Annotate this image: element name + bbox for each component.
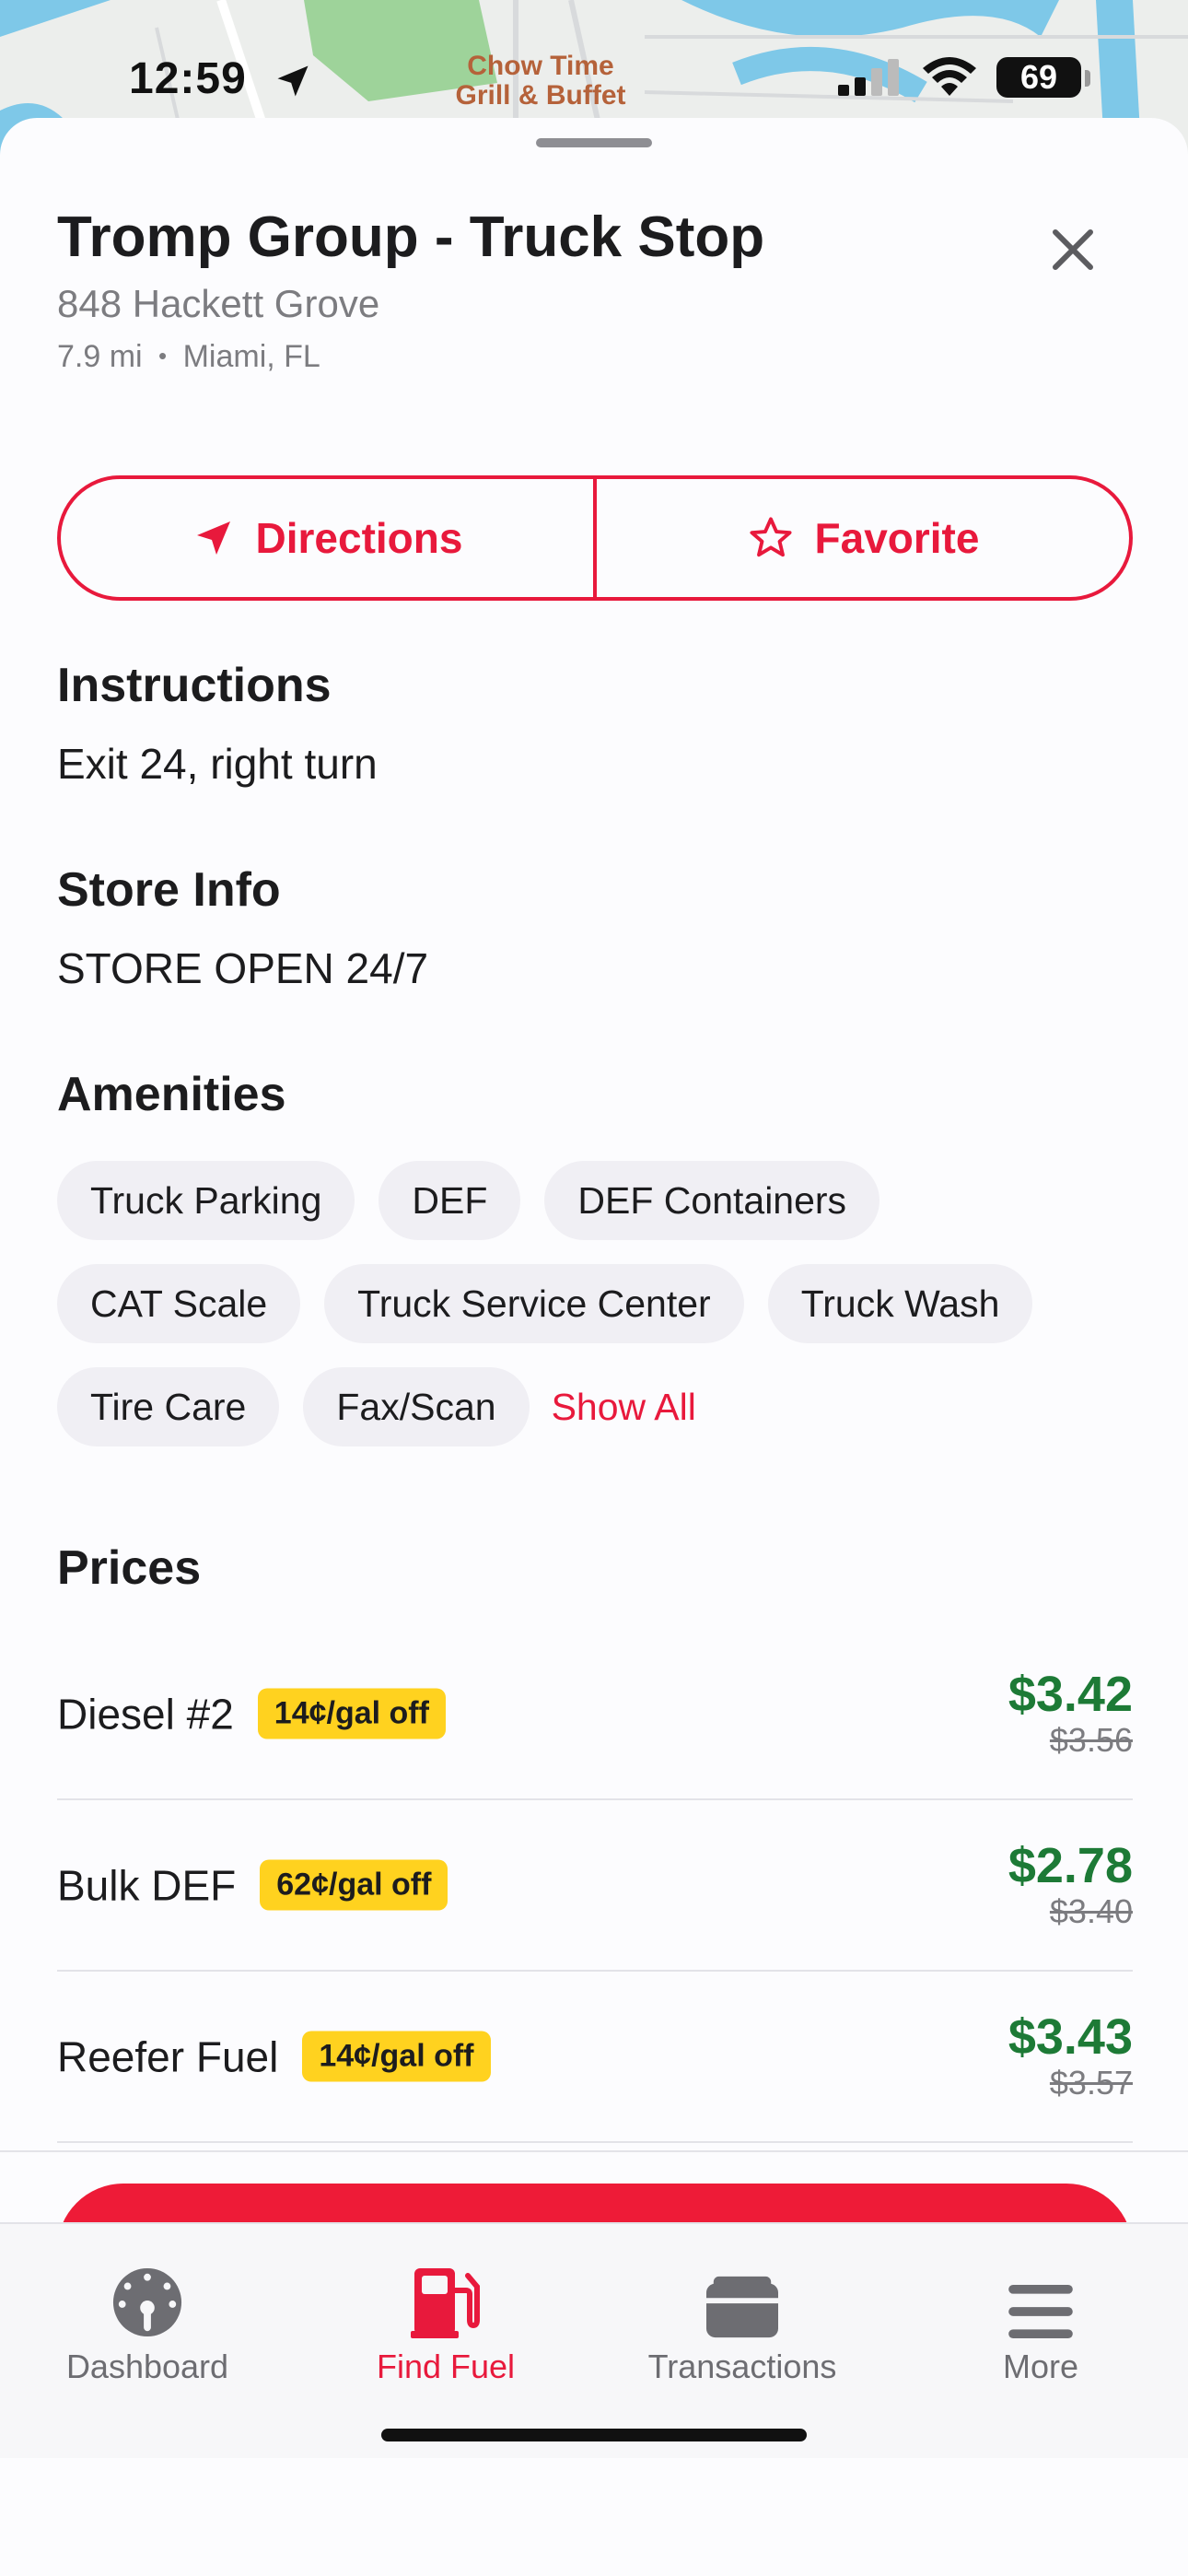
wallet-icon bbox=[706, 2276, 778, 2338]
tab-label: Find Fuel bbox=[376, 2348, 516, 2385]
action-buttons: Directions Favorite bbox=[57, 475, 1133, 601]
fuel-type: Reefer Fuel bbox=[57, 2032, 279, 2080]
tab-dashboard[interactable]: Dashboard bbox=[9, 2259, 285, 2386]
discounted-price: $3.42 bbox=[1007, 1667, 1133, 1722]
home-indicator[interactable] bbox=[381, 2429, 807, 2441]
tab-label: Dashboard bbox=[65, 2348, 229, 2385]
star-outline-icon bbox=[749, 517, 792, 557]
price-values: $3.43 $3.57 bbox=[1008, 2010, 1133, 2102]
original-price: $3.56 bbox=[1049, 1721, 1133, 1759]
instructions-text: Exit 24, right turn bbox=[57, 740, 378, 788]
price-name: Diesel #2 14¢/gal off bbox=[57, 1688, 446, 1739]
store-city: Miami, FL bbox=[182, 339, 320, 374]
price-name: Bulk DEF 62¢/gal off bbox=[57, 1859, 448, 1911]
tab-bar: Dashboard Find Fuel Transactions More bbox=[0, 2222, 1188, 2458]
favorite-button[interactable]: Favorite bbox=[597, 479, 1129, 597]
amenity-chip: Tire Care bbox=[57, 1367, 280, 1446]
amenities-heading: Amenities bbox=[57, 1068, 286, 1121]
close-icon bbox=[1053, 229, 1093, 270]
amenity-chip: Fax/Scan bbox=[303, 1367, 530, 1446]
discount-badge: 14¢/gal off bbox=[257, 1688, 446, 1739]
discounted-price: $3.43 bbox=[1007, 2009, 1133, 2065]
fuel-type: Bulk DEF bbox=[57, 1861, 237, 1909]
fuel-type: Diesel #2 bbox=[57, 1690, 234, 1738]
amenities-row: Truck Parking DEF DEF Containers bbox=[57, 1161, 1144, 1240]
battery-nub bbox=[1085, 70, 1090, 87]
sheet-grabber[interactable] bbox=[536, 138, 652, 147]
directions-label: Directions bbox=[255, 514, 463, 562]
meta-separator: • bbox=[158, 342, 168, 369]
tab-transactions[interactable]: Transactions bbox=[604, 2259, 880, 2386]
amenity-chip: Truck Service Center bbox=[324, 1264, 744, 1343]
original-price: $3.40 bbox=[1049, 1892, 1133, 1930]
tab-label: Transactions bbox=[647, 2348, 837, 2385]
original-price: $3.57 bbox=[1049, 2064, 1133, 2102]
prices-heading: Prices bbox=[57, 1541, 202, 1595]
amenity-chip: Truck Wash bbox=[767, 1264, 1033, 1343]
price-name: Reefer Fuel 14¢/gal off bbox=[57, 2031, 491, 2082]
tab-find-fuel[interactable]: Find Fuel bbox=[308, 2259, 584, 2386]
store-distance: 7.9 mi bbox=[57, 339, 143, 374]
store-info-heading: Store Info bbox=[57, 863, 281, 917]
tab-more[interactable]: More bbox=[903, 2259, 1179, 2386]
store-info-text: STORE OPEN 24/7 bbox=[57, 944, 429, 992]
price-row-diesel[interactable]: Diesel #2 14¢/gal off $3.42 $3.56 bbox=[57, 1629, 1133, 1800]
status-time: 12:59 bbox=[129, 54, 247, 103]
price-values: $3.42 $3.56 bbox=[1008, 1668, 1133, 1760]
price-row-reefer[interactable]: Reefer Fuel 14¢/gal off $3.43 $3.57 bbox=[57, 1972, 1133, 2143]
instructions-heading: Instructions bbox=[57, 659, 332, 712]
amenities-list: Truck Parking DEF DEF Containers CAT Sca… bbox=[57, 1161, 1144, 1470]
store-detail-sheet: Tromp Group - Truck Stop 848 Hackett Gro… bbox=[0, 118, 1188, 2576]
amenities-row: CAT Scale Truck Service Center Truck Was… bbox=[57, 1264, 1144, 1343]
dashboard-gauge-icon bbox=[112, 2267, 182, 2337]
amenity-chip: CAT Scale bbox=[57, 1264, 301, 1343]
store-address: 848 Hackett Grove bbox=[57, 282, 380, 325]
close-button[interactable] bbox=[1041, 217, 1105, 282]
fuel-pump-icon bbox=[411, 2268, 480, 2338]
battery-indicator: 69 bbox=[996, 57, 1081, 98]
discounted-price: $2.78 bbox=[1007, 1838, 1133, 1893]
navigation-arrow-icon bbox=[196, 521, 230, 555]
amenities-row: Tire Care Fax/Scan Show All bbox=[57, 1367, 1144, 1446]
discount-badge: 14¢/gal off bbox=[302, 2031, 491, 2082]
wifi-icon bbox=[923, 57, 976, 96]
store-meta: 7.9 mi • Miami, FL bbox=[57, 339, 320, 375]
amenity-chip: Truck Parking bbox=[57, 1161, 355, 1240]
favorite-label: Favorite bbox=[814, 514, 980, 562]
price-values: $2.78 $3.40 bbox=[1008, 1839, 1133, 1931]
store-title: Tromp Group - Truck Stop bbox=[57, 205, 765, 269]
show-all-amenities-link[interactable]: Show All bbox=[552, 1386, 696, 1429]
menu-icon bbox=[1008, 2285, 1073, 2338]
directions-button[interactable]: Directions bbox=[61, 479, 593, 597]
location-arrow-icon bbox=[277, 65, 309, 97]
cellular-signal-icon bbox=[838, 59, 899, 96]
amenity-chip: DEF Containers bbox=[544, 1161, 880, 1240]
status-bar: 12:59 69 bbox=[0, 0, 1188, 120]
amenity-chip: DEF bbox=[379, 1161, 521, 1240]
discount-badge: 62¢/gal off bbox=[260, 1859, 448, 1911]
tab-label: More bbox=[1002, 2348, 1079, 2385]
price-row-bulk-def[interactable]: Bulk DEF 62¢/gal off $2.78 $3.40 bbox=[57, 1800, 1133, 1972]
